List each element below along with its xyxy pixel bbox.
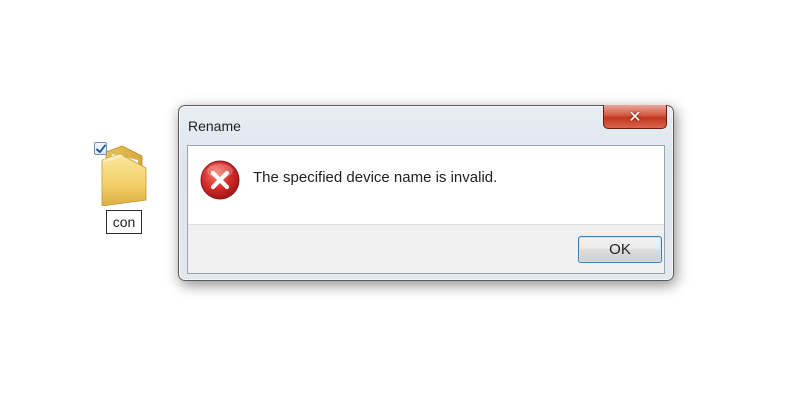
desktop-folder-item[interactable] [94,140,154,240]
ok-button[interactable]: OK [578,236,662,263]
rename-dialog: Rename ✕ The specified device name is in… [178,105,674,281]
folder-rename-input[interactable] [106,210,142,234]
checkmark-icon [96,144,106,153]
desktop: Rename ✕ The speci [0,0,800,400]
error-message: The specified device name is invalid. [253,169,498,186]
dialog-title: Rename [188,118,241,134]
dialog-body: The specified device name is invalid. OK [187,145,665,274]
close-icon: ✕ [628,107,642,126]
message-area: The specified device name is invalid. [188,146,664,225]
error-icon [200,160,240,200]
close-button[interactable]: ✕ [603,105,667,129]
select-checkbox[interactable] [94,142,107,155]
